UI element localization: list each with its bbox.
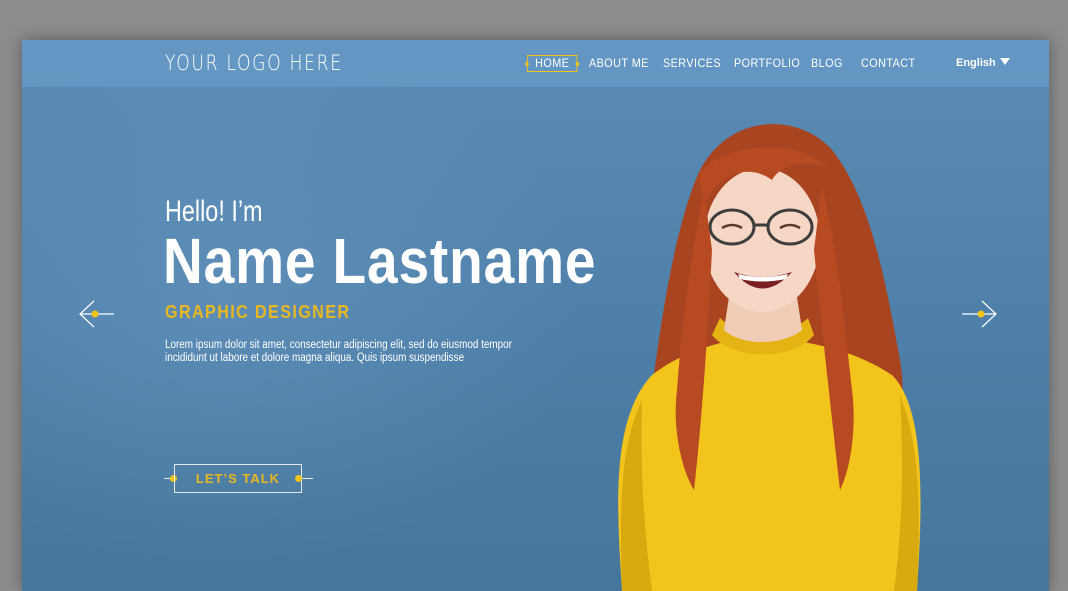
lets-talk-button[interactable]: LET’S TALK <box>174 464 302 493</box>
nav-home[interactable]: HOME <box>525 55 580 72</box>
nav-portfolio[interactable]: PORTFOLIO <box>734 56 800 70</box>
nav-home-label: HOME <box>535 56 570 70</box>
caret-down-icon <box>999 58 1010 65</box>
prev-slide-button[interactable] <box>76 298 116 330</box>
cta-line-right <box>301 478 313 479</box>
arrow-left-icon <box>79 300 114 328</box>
nav-about-me[interactable]: ABOUT ME <box>589 56 649 70</box>
language-selector[interactable]: English <box>956 57 1010 69</box>
hero-description: Lorem ipsum dolor sit amet, consectetur … <box>165 339 512 364</box>
hero-role: GRAPHIC DESIGNER <box>165 302 351 322</box>
main-nav: HOME ABOUT ME SERVICES PORTFOLIO BLOG CO… <box>22 55 1049 74</box>
language-label: English <box>956 57 996 69</box>
cta-group: LET’S TALK <box>164 464 314 494</box>
next-slide-button[interactable] <box>960 298 1000 330</box>
hero-name: Name Lastname <box>163 225 597 297</box>
nav-blog[interactable]: BLOG <box>811 56 843 70</box>
hero-portrait <box>618 124 921 591</box>
cta-dot-right <box>295 475 302 482</box>
landing-page: YOUR LOGO HERE HOME ABOUT ME SERVICES PO… <box>22 40 1049 591</box>
nav-services[interactable]: SERVICES <box>663 56 721 70</box>
arrow-right-icon <box>962 300 997 328</box>
nav-contact[interactable]: CONTACT <box>861 56 916 70</box>
